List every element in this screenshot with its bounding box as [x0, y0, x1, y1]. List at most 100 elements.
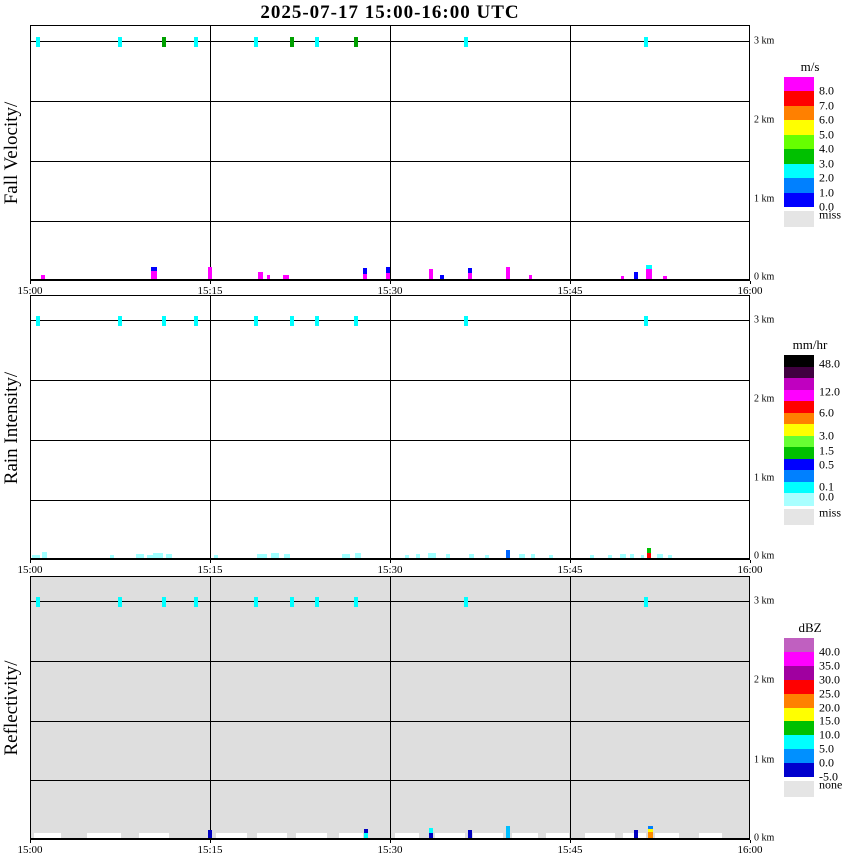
surface-white-patch — [585, 833, 615, 838]
height-label: 1 km — [754, 472, 775, 484]
surface-echo-mark — [620, 554, 626, 558]
panel-ylabel-reflectivity: Reflectivity/ — [1, 660, 22, 756]
legend-colorbox — [784, 665, 814, 681]
legend-label: 0.0 — [819, 755, 834, 770]
x-tick-mark — [750, 840, 751, 843]
echo-3km-mark — [315, 37, 319, 47]
surface-echo-mark — [429, 828, 433, 833]
surface-echo-mark — [136, 554, 144, 558]
surface-echo-mark — [428, 553, 436, 558]
surface-white-patch — [395, 833, 419, 838]
legend-label: 1.5 — [819, 443, 834, 458]
legend-colorbox — [784, 120, 814, 136]
panel-ylabel-fall-velocity: Fall Velocity/ — [1, 101, 22, 205]
legend-colorbox — [784, 763, 814, 778]
surface-echo-mark — [42, 552, 47, 558]
surface-white-patch — [512, 833, 538, 838]
height-label: 3 km — [754, 314, 775, 326]
surface-echo-mark — [641, 555, 644, 558]
legend-colorbox — [784, 163, 814, 179]
surface-echo-mark — [364, 829, 368, 833]
surface-echo-mark — [590, 555, 594, 558]
echo-3km-mark — [36, 37, 40, 47]
panel-reflectivity — [30, 576, 750, 840]
echo-3km-mark — [354, 597, 358, 607]
echo-3km-mark — [290, 37, 294, 47]
height-gridline-3km — [31, 320, 749, 321]
time-gridline — [210, 577, 211, 838]
surface-echo-mark — [355, 553, 361, 558]
legend-label: 25.0 — [819, 686, 840, 701]
surface-white-patch — [655, 833, 679, 838]
legend-colorbox — [784, 749, 814, 764]
legend-miss-box — [784, 509, 814, 526]
legend-label: 2.0 — [819, 170, 834, 185]
legend-label: 48.0 — [819, 356, 840, 371]
mrr-quicklook-figure: 2025-07-17 15:00-16:00 UTC 15:00 15:15 15:… — [0, 0, 850, 868]
surface-echo-mark — [468, 268, 472, 273]
legend-colorbox — [784, 470, 814, 483]
surface-white-patch — [139, 833, 169, 838]
surface-echo-mark — [110, 555, 114, 558]
legend-label: 6.0 — [819, 405, 834, 420]
x-tick-label: 15:15 — [197, 564, 223, 576]
x-tick-label: 15:45 — [557, 844, 583, 856]
surface-echo-mark — [668, 555, 672, 558]
x-tick-mark — [390, 281, 391, 284]
surface-white-patch — [339, 833, 363, 838]
echo-3km-mark — [194, 316, 198, 326]
surface-echo-mark — [506, 550, 510, 558]
surface-echo-mark — [208, 830, 212, 838]
echo-3km-mark — [644, 597, 648, 607]
x-tick-mark — [390, 840, 391, 843]
height-label: 2 km — [754, 674, 775, 686]
legend-label: 0.0 — [819, 489, 834, 504]
surface-white-patch — [473, 833, 503, 838]
legend-colorbox — [784, 707, 814, 722]
x-tick-mark — [570, 560, 571, 563]
legend-colorbox — [784, 366, 814, 379]
legend-label: 8.0 — [819, 83, 834, 98]
legend-colorbox — [784, 481, 814, 494]
surface-echo-mark — [648, 826, 653, 829]
legend-miss-box — [784, 781, 814, 797]
echo-3km-mark — [254, 37, 258, 47]
height-gridline — [31, 721, 749, 722]
surface-echo-mark — [663, 276, 667, 279]
legend-title: mm/hr — [792, 337, 828, 352]
legend-colorbox — [784, 178, 814, 194]
panel-fall-velocity — [30, 25, 750, 281]
surface-echo-mark — [32, 555, 40, 558]
surface-echo-mark — [468, 830, 472, 838]
height-gridline — [31, 101, 749, 102]
legend-colorbox — [784, 389, 814, 402]
echo-3km-mark — [290, 316, 294, 326]
surface-echo-mark — [621, 276, 624, 279]
surface-echo-mark — [647, 553, 651, 558]
legend-label: 7.0 — [819, 98, 834, 113]
time-gridline — [210, 296, 211, 558]
time-gridline — [570, 26, 571, 279]
surface-echo-mark — [267, 275, 270, 279]
height-label: 0 km — [754, 271, 775, 283]
time-gridline — [210, 26, 211, 279]
echo-3km-mark — [118, 37, 122, 47]
height-gridline — [31, 221, 749, 222]
echo-3km-mark — [644, 37, 648, 47]
legend-colorbox — [784, 679, 814, 695]
surface-echo-mark — [529, 275, 532, 279]
height-label: 0 km — [754, 550, 775, 562]
legend-label: 4.0 — [819, 141, 834, 156]
x-tick-label: 15:30 — [377, 844, 403, 856]
surface-echo-mark — [342, 554, 350, 558]
height-label: 1 km — [754, 754, 775, 766]
legend-miss-label: miss — [819, 505, 842, 520]
legend-label: 5.0 — [819, 127, 834, 142]
x-tick-mark — [210, 840, 211, 843]
legend-colorbox — [784, 651, 814, 667]
x-tick-mark — [30, 560, 31, 563]
surface-echo-mark — [646, 269, 652, 279]
echo-3km-mark — [118, 597, 122, 607]
echo-3km-mark — [194, 37, 198, 47]
surface-echo-mark — [630, 554, 634, 558]
